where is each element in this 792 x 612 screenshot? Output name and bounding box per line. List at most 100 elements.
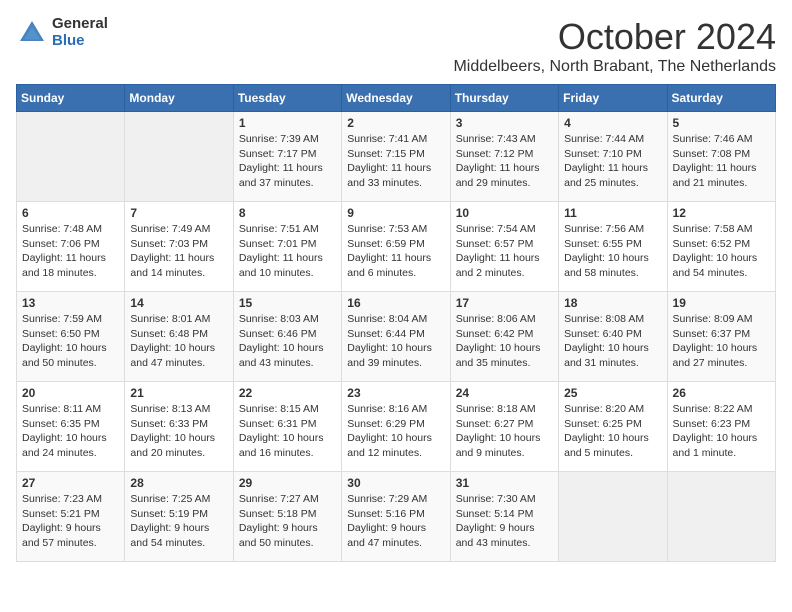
cell-content: Sunrise: 8:13 AM Sunset: 6:33 PM Dayligh…: [130, 402, 227, 461]
cell-content: Sunrise: 7:27 AM Sunset: 5:18 PM Dayligh…: [239, 492, 336, 551]
day-number: 6: [22, 206, 119, 220]
day-number: 25: [564, 386, 661, 400]
cell-content: Sunrise: 7:51 AM Sunset: 7:01 PM Dayligh…: [239, 222, 336, 281]
day-header-monday: Monday: [125, 85, 233, 112]
calendar-cell: 11 Sunrise: 7:56 AM Sunset: 6:55 PM Dayli…: [559, 202, 667, 292]
location-title: Middelbeers, North Brabant, The Netherla…: [453, 58, 776, 76]
day-number: 17: [456, 296, 553, 310]
day-number: 15: [239, 296, 336, 310]
calendar-week-row: 6Sunrise: 7:48 AM Sunset: 7:06 PM Daylig…: [17, 202, 776, 292]
cell-content: Sunrise: 7:49 AM Sunset: 7:03 PM Dayligh…: [130, 222, 227, 281]
calendar-cell: 16 Sunrise: 8:04 AM Sunset: 6:44 PM Dayli…: [342, 292, 450, 382]
cell-content: Sunrise: 7:41 AM Sunset: 7:15 PM Dayligh…: [347, 132, 444, 191]
day-number: 4: [564, 116, 661, 130]
day-number: 13: [22, 296, 119, 310]
calendar-cell: 29 Sunrise: 7:27 AM Sunset: 5:18 PM Dayli…: [233, 472, 341, 562]
day-number: 19: [673, 296, 770, 310]
calendar-week-row: 1 Sunrise: 7:39 AM Sunset: 7:17 PM Daylig…: [17, 112, 776, 202]
calendar-cell: 5 Sunrise: 7:46 AM Sunset: 7:08 PM Daylig…: [667, 112, 775, 202]
day-number: 24: [456, 386, 553, 400]
calendar-cell: [125, 112, 233, 202]
month-title: October 2024: [453, 16, 776, 58]
day-number: 7: [130, 206, 227, 220]
day-number: 3: [456, 116, 553, 130]
day-number: 21: [130, 386, 227, 400]
calendar-table: SundayMondayTuesdayWednesdayThursdayFrid…: [16, 84, 776, 562]
calendar-cell: 25 Sunrise: 8:20 AM Sunset: 6:25 PM Dayli…: [559, 382, 667, 472]
day-number: 31: [456, 476, 553, 490]
cell-content: Sunrise: 8:08 AM Sunset: 6:40 PM Dayligh…: [564, 312, 661, 371]
day-number: 11: [564, 206, 661, 220]
calendar-cell: 20Sunrise: 8:11 AM Sunset: 6:35 PM Dayli…: [17, 382, 125, 472]
cell-content: Sunrise: 8:22 AM Sunset: 6:23 PM Dayligh…: [673, 402, 770, 461]
cell-content: Sunrise: 8:06 AM Sunset: 6:42 PM Dayligh…: [456, 312, 553, 371]
day-header-saturday: Saturday: [667, 85, 775, 112]
calendar-cell: 9Sunrise: 7:53 AM Sunset: 6:59 PM Daylig…: [342, 202, 450, 292]
calendar-cell: 28Sunrise: 7:25 AM Sunset: 5:19 PM Dayli…: [125, 472, 233, 562]
calendar-cell: 31 Sunrise: 7:30 AM Sunset: 5:14 PM Dayli…: [450, 472, 558, 562]
calendar-cell: 15 Sunrise: 8:03 AM Sunset: 6:46 PM Dayli…: [233, 292, 341, 382]
day-number: 5: [673, 116, 770, 130]
calendar-cell: 7 Sunrise: 7:49 AM Sunset: 7:03 PM Daylig…: [125, 202, 233, 292]
cell-content: Sunrise: 8:01 AM Sunset: 6:48 PM Dayligh…: [130, 312, 227, 371]
calendar-cell: 1 Sunrise: 7:39 AM Sunset: 7:17 PM Daylig…: [233, 112, 341, 202]
day-number: 26: [673, 386, 770, 400]
cell-content: Sunrise: 7:39 AM Sunset: 7:17 PM Dayligh…: [239, 132, 336, 191]
calendar-cell: 19Sunrise: 8:09 AM Sunset: 6:37 PM Dayli…: [667, 292, 775, 382]
cell-content: Sunrise: 8:20 AM Sunset: 6:25 PM Dayligh…: [564, 402, 661, 461]
cell-content: Sunrise: 8:15 AM Sunset: 6:31 PM Dayligh…: [239, 402, 336, 461]
day-number: 12: [673, 206, 770, 220]
calendar-week-row: 27Sunrise: 7:23 AM Sunset: 5:21 PM Dayli…: [17, 472, 776, 562]
calendar-cell: 23 Sunrise: 8:16 AM Sunset: 6:29 PM Dayli…: [342, 382, 450, 472]
calendar-cell: 12Sunrise: 7:58 AM Sunset: 6:52 PM Dayli…: [667, 202, 775, 292]
day-number: 16: [347, 296, 444, 310]
day-header-tuesday: Tuesday: [233, 85, 341, 112]
logo-text: General Blue: [52, 16, 108, 49]
calendar-cell: 6Sunrise: 7:48 AM Sunset: 7:06 PM Daylig…: [17, 202, 125, 292]
cell-content: Sunrise: 7:59 AM Sunset: 6:50 PM Dayligh…: [22, 312, 119, 371]
calendar-cell: [667, 472, 775, 562]
cell-content: Sunrise: 8:04 AM Sunset: 6:44 PM Dayligh…: [347, 312, 444, 371]
calendar-week-row: 13 Sunrise: 7:59 AM Sunset: 6:50 PM Dayli…: [17, 292, 776, 382]
cell-content: Sunrise: 7:56 AM Sunset: 6:55 PM Dayligh…: [564, 222, 661, 281]
calendar-cell: 4 Sunrise: 7:44 AM Sunset: 7:10 PM Daylig…: [559, 112, 667, 202]
calendar-cell: 3 Sunrise: 7:43 AM Sunset: 7:12 PM Daylig…: [450, 112, 558, 202]
cell-content: Sunrise: 8:18 AM Sunset: 6:27 PM Dayligh…: [456, 402, 553, 461]
day-number: 23: [347, 386, 444, 400]
title-area: October 2024 Middelbeers, North Brabant,…: [453, 16, 776, 76]
calendar-cell: 27Sunrise: 7:23 AM Sunset: 5:21 PM Dayli…: [17, 472, 125, 562]
cell-content: Sunrise: 7:44 AM Sunset: 7:10 PM Dayligh…: [564, 132, 661, 191]
cell-content: Sunrise: 7:30 AM Sunset: 5:14 PM Dayligh…: [456, 492, 553, 551]
cell-content: Sunrise: 7:43 AM Sunset: 7:12 PM Dayligh…: [456, 132, 553, 191]
logo-general-text: General: [52, 16, 108, 33]
calendar-cell: [559, 472, 667, 562]
cell-content: Sunrise: 7:54 AM Sunset: 6:57 PM Dayligh…: [456, 222, 553, 281]
day-header-friday: Friday: [559, 85, 667, 112]
calendar-cell: 21 Sunrise: 8:13 AM Sunset: 6:33 PM Dayli…: [125, 382, 233, 472]
calendar-cell: 14Sunrise: 8:01 AM Sunset: 6:48 PM Dayli…: [125, 292, 233, 382]
calendar-header-row: SundayMondayTuesdayWednesdayThursdayFrid…: [17, 85, 776, 112]
logo: General Blue: [16, 16, 108, 49]
cell-content: Sunrise: 7:46 AM Sunset: 7:08 PM Dayligh…: [673, 132, 770, 191]
cell-content: Sunrise: 7:29 AM Sunset: 5:16 PM Dayligh…: [347, 492, 444, 551]
cell-content: Sunrise: 8:03 AM Sunset: 6:46 PM Dayligh…: [239, 312, 336, 371]
day-header-thursday: Thursday: [450, 85, 558, 112]
cell-content: Sunrise: 8:11 AM Sunset: 6:35 PM Dayligh…: [22, 402, 119, 461]
day-header-wednesday: Wednesday: [342, 85, 450, 112]
logo-blue-text: Blue: [52, 33, 108, 50]
calendar-cell: [17, 112, 125, 202]
day-number: 28: [130, 476, 227, 490]
day-number: 18: [564, 296, 661, 310]
calendar-cell: 17 Sunrise: 8:06 AM Sunset: 6:42 PM Dayli…: [450, 292, 558, 382]
day-number: 30: [347, 476, 444, 490]
day-number: 9: [347, 206, 444, 220]
day-number: 10: [456, 206, 553, 220]
calendar-week-row: 20Sunrise: 8:11 AM Sunset: 6:35 PM Dayli…: [17, 382, 776, 472]
calendar-cell: 18 Sunrise: 8:08 AM Sunset: 6:40 PM Dayli…: [559, 292, 667, 382]
calendar-cell: 2Sunrise: 7:41 AM Sunset: 7:15 PM Daylig…: [342, 112, 450, 202]
day-number: 1: [239, 116, 336, 130]
cell-content: Sunrise: 8:16 AM Sunset: 6:29 PM Dayligh…: [347, 402, 444, 461]
logo-icon: [16, 17, 48, 49]
calendar-cell: 8Sunrise: 7:51 AM Sunset: 7:01 PM Daylig…: [233, 202, 341, 292]
day-number: 29: [239, 476, 336, 490]
